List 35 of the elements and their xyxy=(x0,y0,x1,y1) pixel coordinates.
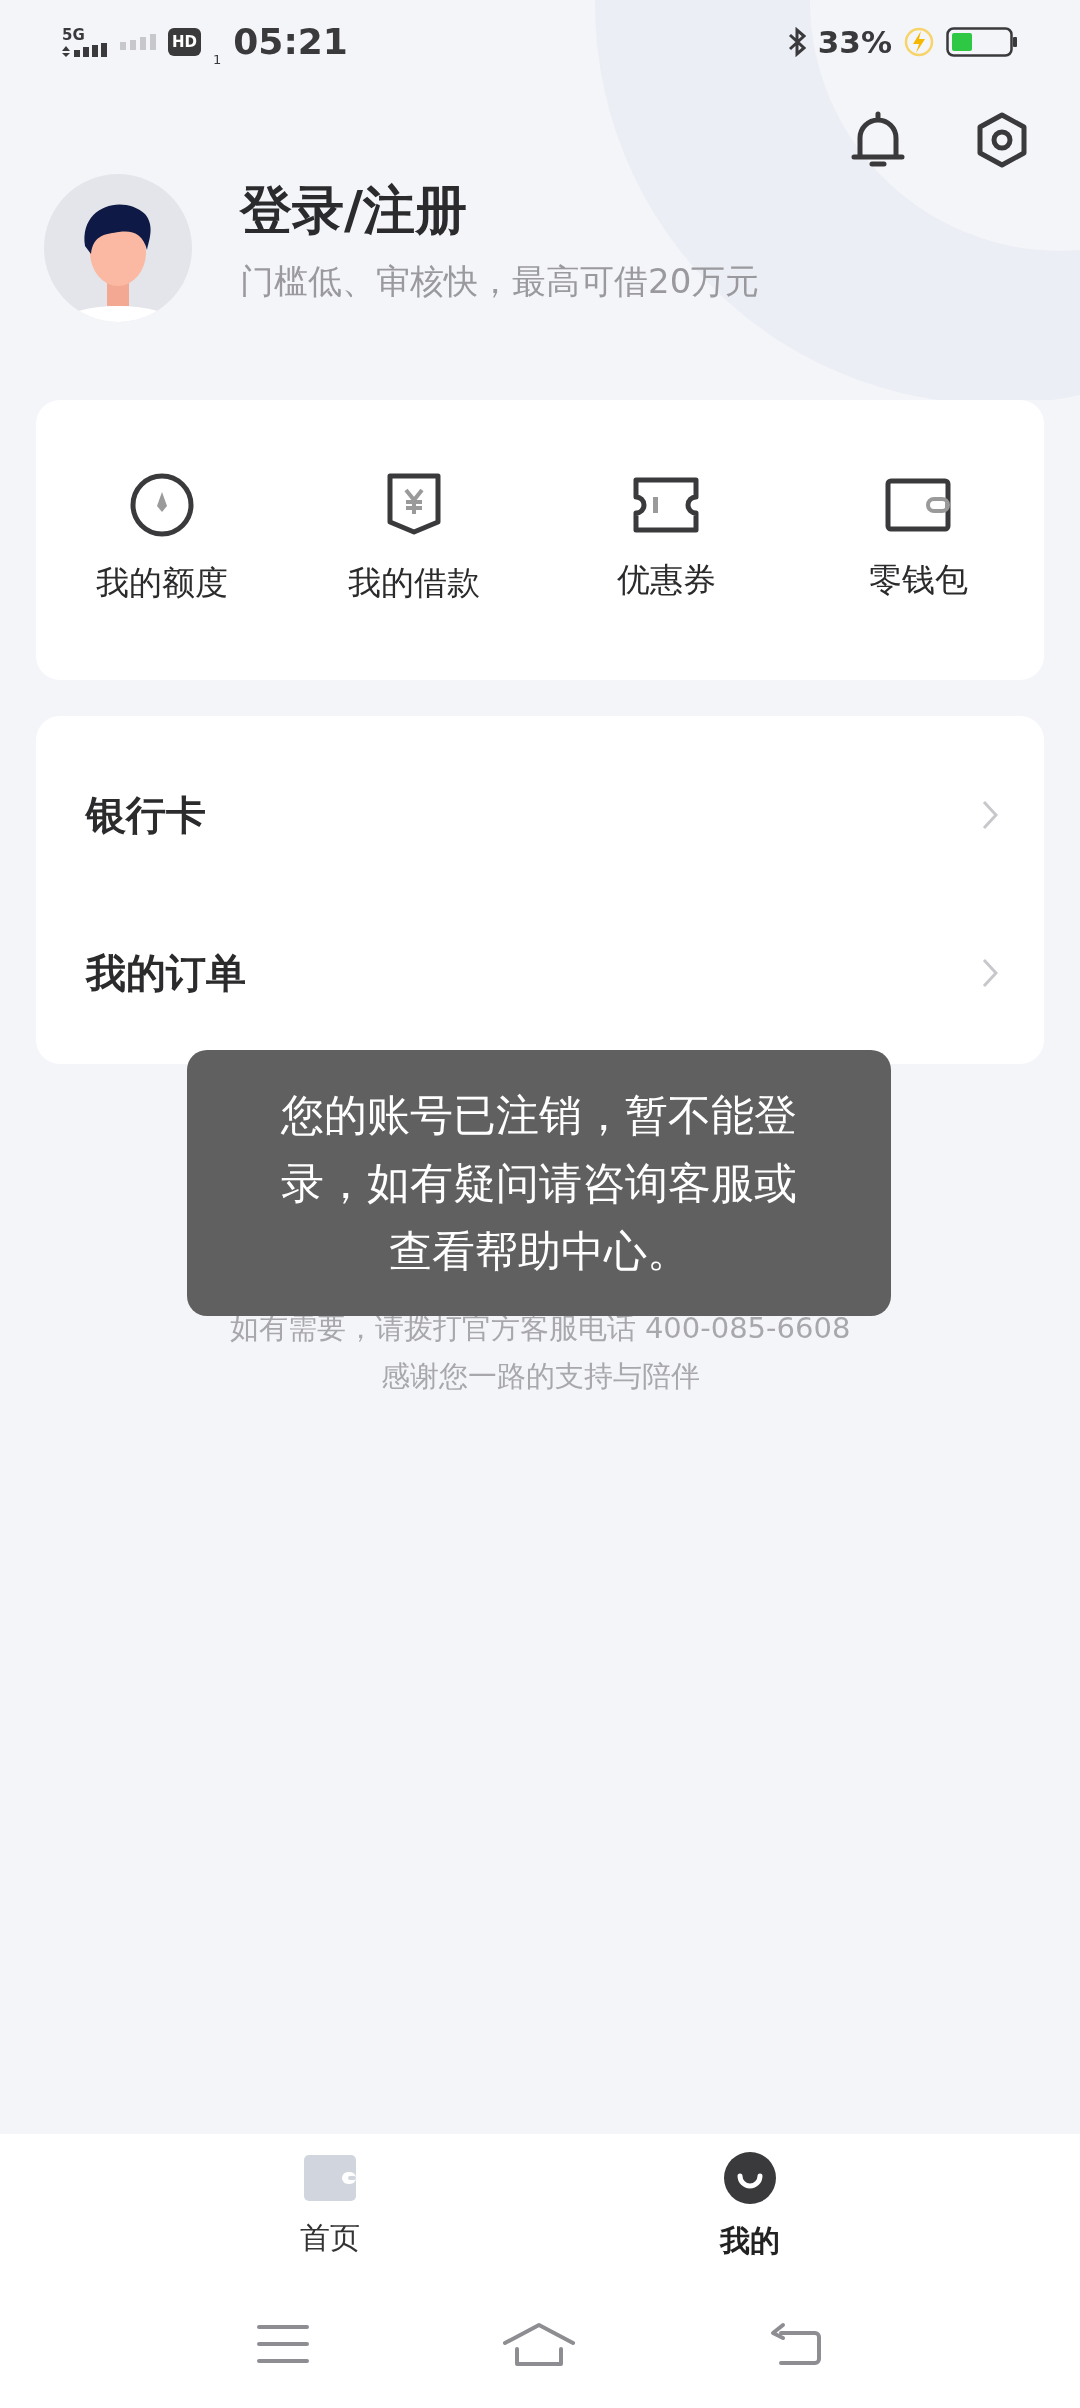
sim-label: 1 xyxy=(213,50,222,69)
chevron-right-icon xyxy=(982,800,998,830)
shortcut-button[interactable]: 我的借款 xyxy=(288,472,540,608)
signal-icon xyxy=(120,34,156,50)
back-icon[interactable] xyxy=(769,2321,823,2367)
shortcut-button[interactable]: 优惠券 xyxy=(540,475,792,605)
clock-time: 05:21 xyxy=(233,20,348,64)
tab-button[interactable]: 首页 xyxy=(120,2154,540,2260)
profile-subtitle: 门槛低、审核快，最高可借20万元 xyxy=(240,260,760,303)
settings-icon[interactable] xyxy=(976,112,1028,168)
menu-label: 我的订单 xyxy=(86,949,246,998)
ticket-icon xyxy=(631,475,701,536)
menu-row[interactable]: 我的订单 xyxy=(36,894,1044,1052)
shortcut-button[interactable]: 零钱包 xyxy=(792,475,1044,605)
home-icon[interactable] xyxy=(503,2321,575,2367)
compass-icon xyxy=(129,472,195,539)
login-register-title[interactable]: 登录/注册 xyxy=(240,178,760,242)
menu-icon[interactable] xyxy=(257,2323,309,2365)
tab-button[interactable]: 我的 xyxy=(540,2151,960,2263)
menu-label: 银行卡 xyxy=(86,791,206,840)
battery-icon xyxy=(946,27,1018,57)
toast-message: 您的账号已注销，暂不能登录，如有疑问请咨询客服或查看帮助中心。 xyxy=(187,1050,891,1316)
chevron-right-icon xyxy=(982,958,998,988)
hd-badge: HD xyxy=(168,28,201,56)
wallet-icon xyxy=(304,2154,356,2201)
footer-text: 感谢您一路的支持与陪伴 xyxy=(380,1358,700,1395)
shortcut-button[interactable]: 我的额度 xyxy=(36,472,288,608)
menu-row[interactable]: 银行卡 xyxy=(36,736,1044,894)
charging-icon xyxy=(904,27,934,57)
battery-percent: 33% xyxy=(817,22,892,62)
bluetooth-icon xyxy=(787,27,806,57)
bell-icon[interactable] xyxy=(850,110,906,170)
signal-icon xyxy=(62,42,108,57)
smile-icon xyxy=(724,2151,776,2204)
network-label: 5G xyxy=(62,27,85,43)
